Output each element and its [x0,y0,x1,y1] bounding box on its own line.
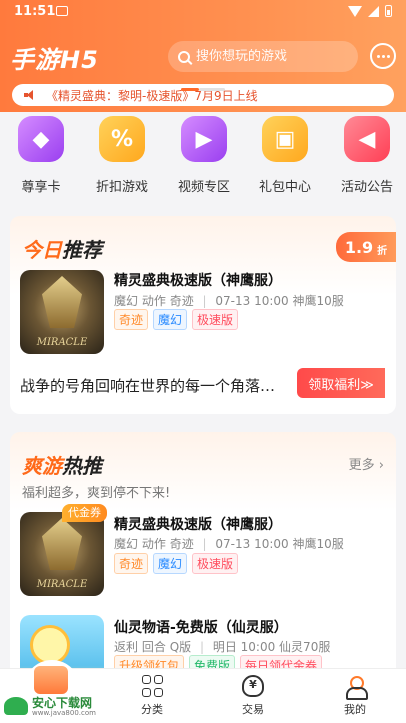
game-meta: 返利 回合 Q版 | 明日 10:00 仙灵70服 [114,638,330,655]
discount-tag-icon: % [99,116,145,162]
user-icon [344,675,368,700]
discount-badge: 1.9 折 [336,232,396,262]
section-title-rest: 推荐 [62,238,102,262]
tab-label: 交易 [242,703,264,716]
genre: 魔幻 [114,294,139,308]
game-title[interactable]: 精灵盛典极速版（神鹰服） [114,270,282,290]
money-bag-icon [242,675,264,697]
divider: | [202,537,207,551]
category-label: 折扣游戏 [95,180,148,195]
divider: | [202,294,207,308]
wifi-icon [348,5,362,17]
chat-dot-icon [386,54,390,58]
game-title[interactable]: 精灵盛典极速版（神鹰服） [114,514,282,534]
server-schedule: 07-13 10:00 神鹰10服 [215,537,344,551]
section-title: 今日推荐 [22,234,102,263]
game-meta: 魔幻 动作 奇迹 | 07-13 10:00 神鹰10服 [114,535,344,552]
grid-cell [153,687,163,697]
divider: | [199,640,205,654]
category-label: 尊享卡 [21,180,61,195]
game-cover[interactable] [20,270,104,354]
tab-mine[interactable]: 我的 [325,675,385,717]
tab-label: 我的 [344,703,366,716]
category-label: 活动公告 [340,180,393,195]
tab-label: 分类 [141,703,163,716]
coupon-badge: 代金券 [62,504,107,522]
status-time: 11:51 [14,4,56,19]
category-announcements[interactable]: ◀ 活动公告 [332,116,402,195]
watermark-url: www.java800.com [32,709,96,717]
page-indicator-inactive [199,88,225,91]
tag: 极速版 [192,309,239,330]
game-title[interactable]: 仙灵物语-免费版（仙灵服） [114,617,288,637]
server-schedule: 明日 10:00 仙灵70服 [212,640,331,654]
discount-value: 1.9 [344,237,374,257]
game-tags: 奇迹 魔幻 极速版 [114,309,239,330]
tag: 魔幻 [153,309,188,330]
section-title-highlight: 今日 [22,238,62,262]
genre: 返利 [114,640,139,654]
search-bar[interactable] [168,41,358,72]
more-link[interactable]: 更多 › [349,454,384,473]
grid-cell [153,675,163,684]
category-discount-games[interactable]: % 折扣游戏 [87,116,157,195]
genre: 回合 [141,640,166,654]
genre: 奇迹 [169,294,194,308]
sim-card-icon [56,6,68,16]
category-label: 视频专区 [177,180,230,195]
server-schedule: 07-13 10:00 神鹰10服 [215,294,344,308]
tv-icon: ▶ [181,116,227,162]
tab-trade[interactable]: 交易 [223,675,283,717]
tag: 极速版 [192,553,239,574]
genre: 魔幻 [114,537,139,551]
grid-icon [141,675,163,697]
category-page-indicator [181,88,227,92]
message-button[interactable] [370,43,396,69]
section-subtitle: 福利超多，爽到停不下来! [22,486,171,501]
claim-benefit-button[interactable]: 领取福利≫ [297,368,385,398]
category-gift-center[interactable]: ▣ 礼包中心 [250,116,320,195]
tag: 奇迹 [114,553,149,574]
tag: 奇迹 [114,309,149,330]
app-logo-text: 手游H5 [10,46,99,74]
watermark: 安心下载网 www.java800.com [2,694,112,718]
watermark-logo-icon [4,697,28,715]
discount-unit: 折 [377,246,388,257]
game-slogan: 战争的号角回响在世界的每一个角落… [20,377,276,395]
status-icons [348,5,392,17]
genre: Q版 [169,640,192,654]
game-cover[interactable] [20,512,104,596]
diamond-card-icon: ◆ [18,116,64,162]
category-video-zone[interactable]: ▶ 视频专区 [169,116,239,195]
grid-cell [141,687,151,697]
genre: 动作 [141,294,166,308]
battery-icon [385,5,392,17]
home-icon[interactable] [34,666,68,694]
category-vip-card[interactable]: ◆ 尊享卡 [6,116,76,195]
megaphone-icon: ◀ [344,116,390,162]
genre: 动作 [141,537,166,551]
section-title-highlight: 爽游 [22,454,62,478]
chat-dot-icon [376,54,380,58]
search-icon [178,50,190,63]
chat-dot-icon [381,54,385,58]
speaker-icon [24,90,36,100]
tag: 魔幻 [153,553,188,574]
gift-icon: ▣ [262,116,308,162]
section-title-rest: 热推 [62,454,102,478]
tab-category[interactable]: 分类 [122,675,182,717]
game-meta: 魔幻 动作 奇迹 | 07-13 10:00 神鹰10服 [114,292,344,309]
page-indicator-active [181,88,199,91]
status-bar: 11:51 [0,0,406,24]
app-logo: 手游H5 [10,40,120,74]
category-label: 礼包中心 [258,180,311,195]
section-title: 爽游热推 [22,450,102,479]
grid-cell [141,675,151,684]
signal-icon [368,5,379,17]
genre: 奇迹 [169,537,194,551]
game-tags: 奇迹 魔幻 极速版 [114,553,239,574]
category-row: ◆ 尊享卡 % 折扣游戏 ▶ 视频专区 ▣ 礼包中心 ◀ 活动公告 [0,116,406,202]
search-input[interactable] [196,49,356,64]
